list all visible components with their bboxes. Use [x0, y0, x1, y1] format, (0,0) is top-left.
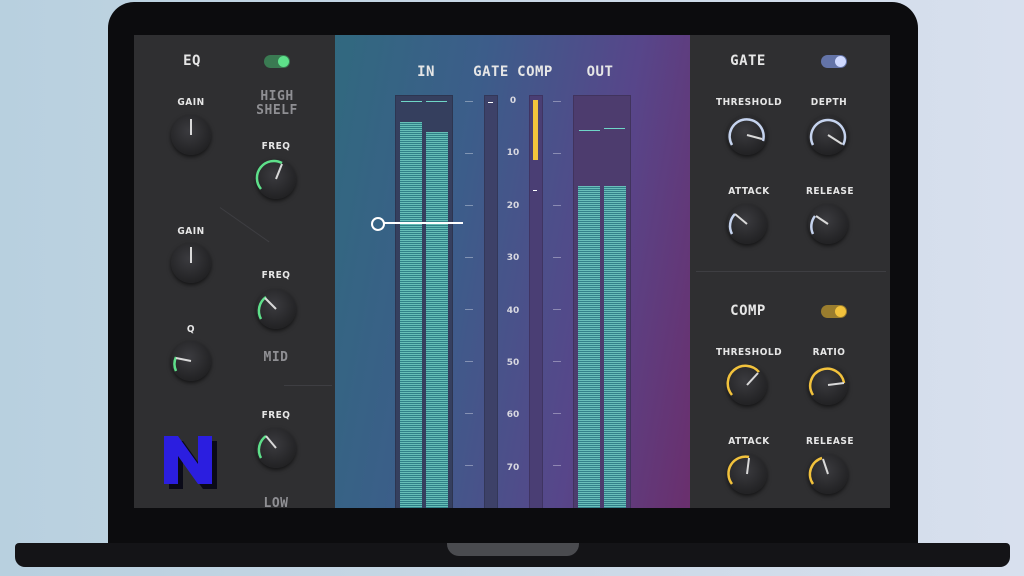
out-meter-label: OUT	[586, 64, 614, 80]
logo-n	[160, 432, 218, 490]
eq-high-gain-label: GAIN	[177, 97, 205, 108]
eq-high-freq-label: FREQ	[261, 141, 291, 152]
dynamics-panel: GATE THRESHOLD DEPTH ATTACK RELEASE COMP…	[690, 35, 890, 508]
comp-toggle[interactable]	[821, 305, 847, 318]
gate-attack-knob[interactable]	[727, 204, 767, 244]
comp-attack-knob[interactable]	[727, 454, 767, 494]
gate-title: GATE	[730, 53, 766, 69]
db-scale-label: 20	[506, 200, 520, 211]
db-scale-label: 60	[506, 410, 520, 421]
meter-section: IN GATE COMP OUT 0 10 20 30 40 50 60 70	[335, 35, 690, 508]
comp-reduction-meter	[529, 95, 543, 508]
gate-threshold-handle[interactable]	[371, 217, 385, 231]
db-scale-label: 40	[506, 305, 520, 316]
comp-threshold-knob[interactable]	[726, 364, 767, 405]
db-scale-label: 30	[506, 253, 520, 264]
eq-mid-q-knob[interactable]	[171, 341, 211, 381]
comp-release-label: RELEASE	[805, 436, 855, 447]
in-meter-label: IN	[417, 64, 435, 80]
db-scale-label: 10	[506, 148, 520, 159]
gate-reduction-meter	[484, 95, 498, 508]
eq-mid-label: MID	[263, 350, 289, 365]
eq-mid-freq-knob[interactable]	[256, 289, 296, 329]
eq-low-freq-label: FREQ	[261, 410, 291, 421]
comp-ratio-knob[interactable]	[808, 365, 848, 405]
comp-release-knob[interactable]	[808, 454, 848, 494]
comp-threshold-label: THRESHOLD	[715, 347, 783, 358]
comp-attack-label: ATTACK	[728, 436, 770, 447]
gate-threshold-label: THRESHOLD	[715, 97, 783, 108]
gate-release-label: RELEASE	[805, 186, 855, 197]
gate-depth-label: DEPTH	[810, 97, 848, 108]
gate-threshold-knob[interactable]	[727, 115, 767, 155]
db-scale-label: 50	[506, 358, 520, 368]
output-level-meter	[573, 95, 631, 508]
laptop-notch	[447, 543, 579, 556]
eq-mid-freq-label: FREQ	[261, 270, 291, 281]
eq-low-freq-knob[interactable]	[256, 428, 296, 468]
input-level-meter	[395, 95, 453, 508]
gate-depth-knob[interactable]	[808, 115, 848, 155]
section-divider	[696, 271, 886, 272]
gate-threshold-line[interactable]	[383, 222, 463, 224]
comp-title: COMP	[730, 303, 766, 319]
gate-meter-label: GATE	[473, 64, 509, 80]
gate-toggle[interactable]	[821, 55, 847, 68]
plugin-window: EQ GAIN HIGH SHELF FREQ GAIN FREQ Q MID …	[134, 35, 890, 508]
comp-meter-label: COMP	[517, 64, 553, 80]
eq-mid-q-label: Q	[186, 324, 196, 335]
db-scale-label: 0	[509, 96, 517, 106]
eq-divider	[219, 207, 270, 243]
comp-ratio-label: RATIO	[812, 347, 846, 358]
eq-mid-gain-label: GAIN	[177, 226, 205, 237]
db-scale-label: 70	[506, 462, 520, 473]
eq-title: EQ	[183, 53, 201, 69]
eq-toggle[interactable]	[264, 55, 290, 68]
eq-high-freq-knob[interactable]	[255, 159, 296, 199]
gate-release-knob[interactable]	[808, 204, 848, 244]
eq-mid-gain-knob[interactable]	[171, 243, 211, 283]
gate-attack-label: ATTACK	[728, 186, 770, 197]
eq-high-gain-knob[interactable]	[171, 115, 211, 155]
eq-low-label: LOW	[263, 496, 289, 509]
eq-divider-2	[284, 385, 332, 386]
eq-high-shelf-label: HIGH SHELF	[256, 89, 298, 118]
